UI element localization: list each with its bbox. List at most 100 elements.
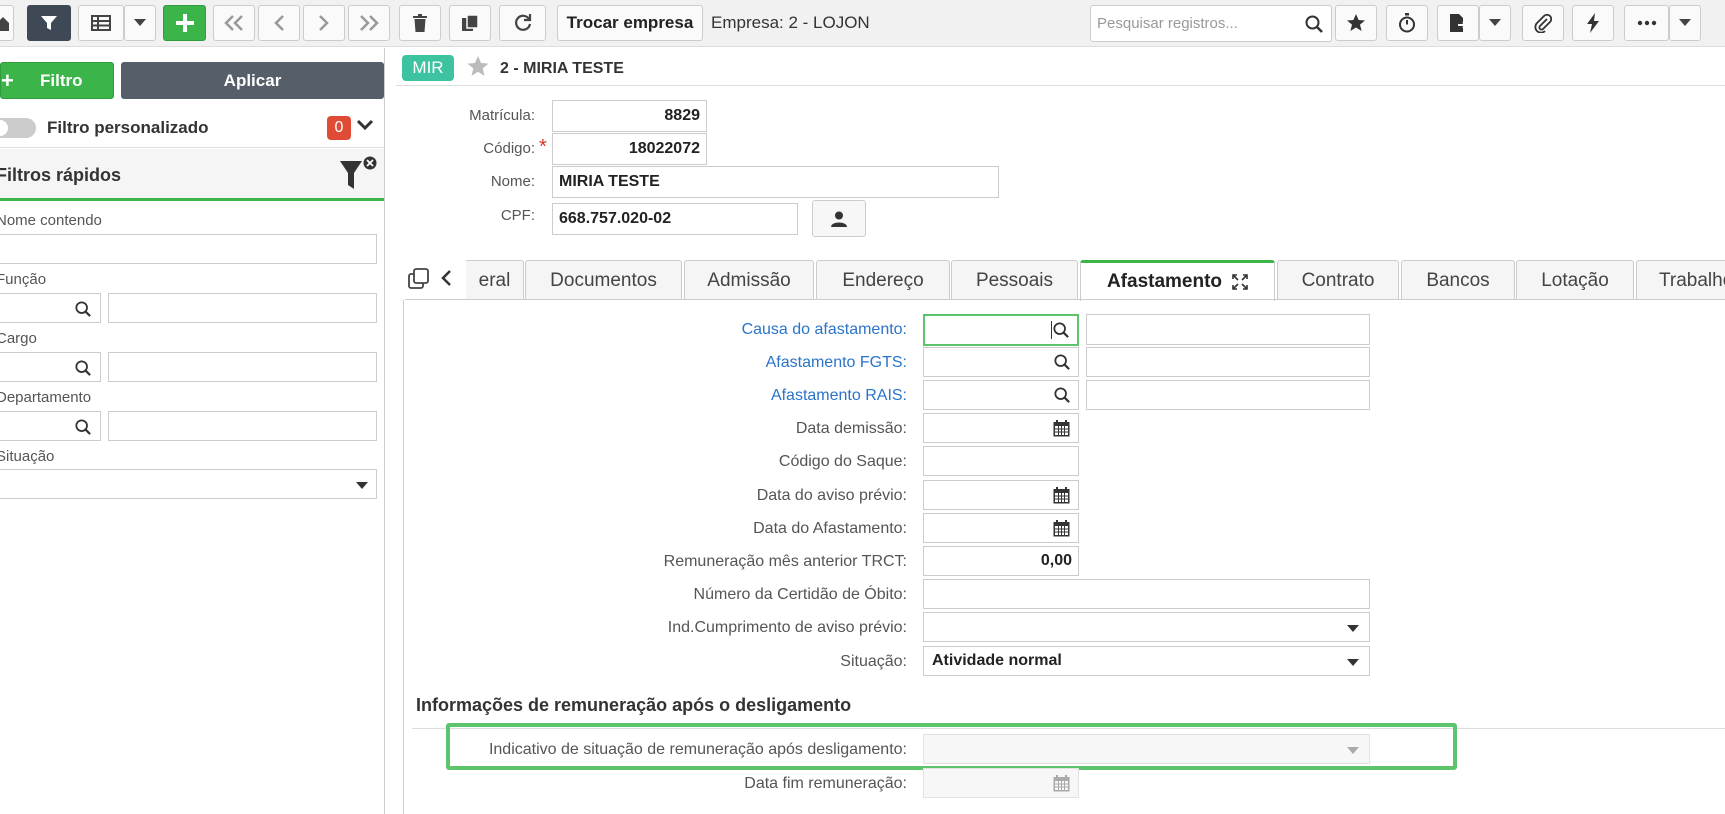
tab-contrato[interactable]: Contrato (1277, 260, 1399, 300)
add-record-button[interactable] (163, 5, 206, 41)
search-icon[interactable] (1305, 15, 1323, 33)
search-input[interactable] (1091, 6, 1291, 41)
calendar-icon[interactable] (1053, 520, 1070, 537)
copy-icon (462, 14, 479, 31)
calendar-icon[interactable] (1053, 487, 1070, 504)
name-filter-input[interactable] (0, 234, 377, 264)
data-aviso-previo-input[interactable] (923, 480, 1079, 510)
search-icon[interactable] (75, 419, 91, 435)
apply-filter-button[interactable]: Aplicar (121, 62, 384, 99)
custom-filter-count-badge: 0 (327, 116, 351, 140)
remuneracao-trct-input[interactable]: 0,00 (923, 546, 1079, 576)
search-icon[interactable] (1054, 387, 1070, 403)
lightning-icon (1587, 13, 1599, 33)
funcao-code-input[interactable] (0, 293, 101, 323)
chevron-down-icon[interactable] (356, 119, 374, 131)
search-records[interactable] (1090, 5, 1332, 42)
add-filter-button[interactable]: + Filtro (0, 62, 114, 99)
tab-trabalho[interactable]: Trabalho (1636, 260, 1725, 300)
timer-button[interactable] (1386, 5, 1428, 41)
actions-button[interactable] (1572, 5, 1614, 41)
copy-tabs-icon[interactable] (408, 268, 430, 290)
filter-toggle-button[interactable] (27, 5, 71, 41)
tab-afastamento[interactable]: Afastamento (1080, 260, 1275, 301)
remuneracao-trct-value: 0,00 (1040, 552, 1072, 569)
funcao-description-input[interactable] (108, 293, 377, 323)
data-fim-remuneracao-label: Data fim remuneração: (744, 775, 907, 792)
afastamento-rais-code-input[interactable] (923, 380, 1079, 410)
causa-afastamento-description[interactable] (1086, 314, 1370, 345)
record-avatar-badge: MIR (402, 55, 454, 81)
data-demissao-input[interactable] (923, 413, 1079, 443)
departamento-filter-label: Departamento (0, 389, 92, 406)
double-chevron-left-icon (224, 15, 243, 31)
attachments-button[interactable] (1522, 5, 1564, 41)
cargo-code-input[interactable] (0, 352, 101, 382)
more-dropdown[interactable] (1669, 5, 1701, 41)
plus-icon: + (1, 67, 14, 93)
data-fim-remuneracao-input[interactable] (923, 768, 1079, 798)
situacao-filter-label: Situação (0, 448, 55, 465)
quick-filters-title: Filtros rápidos (0, 165, 122, 185)
clear-filter-icon[interactable] (338, 155, 380, 191)
chevron-right-icon (319, 15, 329, 31)
last-record-button[interactable] (348, 5, 390, 41)
situacao-select[interactable]: Atividade normal (923, 646, 1370, 676)
caret-down-icon (1347, 625, 1359, 632)
tab-bancos[interactable]: Bancos (1401, 260, 1515, 300)
causa-afastamento-label[interactable]: Causa do afastamento: (742, 321, 907, 339)
afastamento-fgts-label[interactable]: Afastamento FGTS: (766, 354, 907, 372)
tab-pessoais[interactable]: Pessoais (951, 260, 1078, 300)
filter-button-label: Filtro (40, 70, 83, 90)
caret-down-icon (1347, 659, 1359, 666)
duplicate-button[interactable] (449, 5, 491, 41)
data-afastamento-input[interactable] (923, 513, 1079, 543)
certidao-obito-input[interactable] (923, 579, 1370, 609)
afastamento-fgts-description[interactable] (1086, 347, 1370, 377)
scroll-tabs-left-icon[interactable] (440, 270, 452, 286)
custom-filter-row: Filtro personalizado 0 (0, 106, 384, 148)
export-dropdown[interactable] (1479, 5, 1511, 41)
tab-lotacao[interactable]: Lotação (1516, 260, 1634, 300)
afastamento-fgts-code-input[interactable] (923, 347, 1079, 377)
search-icon[interactable] (75, 360, 91, 376)
export-button[interactable] (1437, 5, 1479, 41)
delete-button[interactable] (399, 5, 441, 41)
previous-record-button[interactable] (258, 5, 300, 41)
calendar-icon (1053, 775, 1070, 792)
next-record-button[interactable] (303, 5, 345, 41)
table-icon (91, 15, 111, 31)
first-record-button[interactable] (213, 5, 255, 41)
search-icon[interactable] (1053, 322, 1069, 338)
codigo-saque-input[interactable] (923, 446, 1079, 476)
favorite-button[interactable] (1335, 5, 1377, 41)
afastamento-rais-description[interactable] (1086, 380, 1370, 410)
data-afastamento-label: Data do Afastamento: (753, 520, 907, 537)
plus-icon (175, 14, 194, 32)
cargo-description-input[interactable] (108, 352, 377, 382)
data-demissao-label: Data demissão: (795, 420, 907, 437)
home-button[interactable] (0, 5, 14, 41)
afastamento-rais-label[interactable]: Afastamento RAIS: (771, 387, 907, 405)
calendar-icon[interactable] (1053, 420, 1070, 437)
more-button[interactable] (1624, 5, 1669, 41)
file-export-icon (1450, 14, 1467, 32)
search-icon[interactable] (1054, 354, 1070, 370)
grid-view-button[interactable] (78, 5, 124, 41)
name-filter-label: Nome contendo (0, 212, 102, 229)
situacao-filter-select[interactable] (0, 469, 377, 499)
causa-afastamento-code-input[interactable] (923, 314, 1079, 346)
search-icon[interactable] (75, 301, 91, 317)
quick-filters-header: Filtros rápidos (0, 149, 384, 201)
grid-view-dropdown[interactable] (124, 5, 156, 41)
departamento-code-input[interactable] (0, 411, 101, 441)
expand-icon[interactable] (1232, 274, 1248, 290)
situacao-label: Situação: (840, 653, 907, 670)
home-icon (0, 17, 9, 31)
departamento-description-input[interactable] (108, 411, 377, 441)
paperclip-icon (1534, 13, 1552, 33)
custom-filter-toggle[interactable] (0, 118, 36, 138)
ind-cumprimento-select[interactable] (923, 612, 1370, 642)
certidao-obito-label: Número da Certidão de Óbito: (693, 586, 907, 603)
favorite-star-icon[interactable] (467, 56, 489, 77)
